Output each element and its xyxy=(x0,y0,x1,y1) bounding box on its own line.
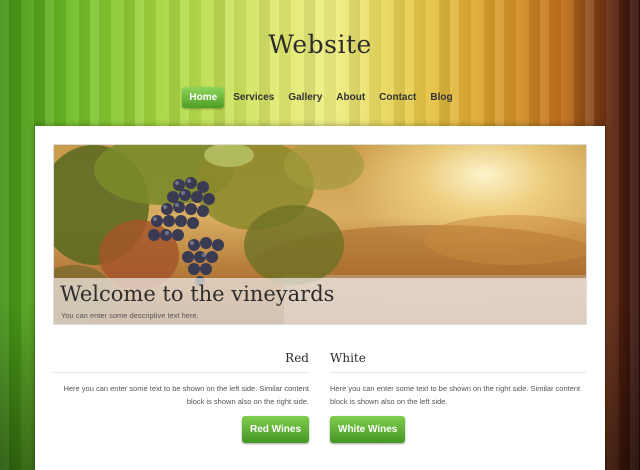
white-wines-button[interactable]: White Wines xyxy=(330,416,406,443)
nav-item-gallery[interactable]: Gallery xyxy=(283,87,327,108)
main-nav: Home Services Gallery About Contact Blog xyxy=(0,87,640,108)
red-text: Here you can enter some text to be shown… xyxy=(63,384,309,406)
nav-item-home[interactable]: Home xyxy=(182,87,225,108)
red-heading: Red xyxy=(53,351,309,373)
white-text: Here you can enter some text to be shown… xyxy=(330,384,581,406)
nav-item-services[interactable]: Services xyxy=(228,87,279,108)
hero-title: Welcome to the vineyards xyxy=(60,282,335,306)
white-column: White Here you can enter some text to be… xyxy=(330,351,586,443)
site-title[interactable]: Website xyxy=(0,30,640,59)
red-wines-button[interactable]: Red Wines xyxy=(241,416,309,443)
red-column: Red Here you can enter some text to be s… xyxy=(53,351,309,443)
nav-item-contact[interactable]: Contact xyxy=(374,87,421,108)
nav-item-about[interactable]: About xyxy=(331,87,370,108)
content-box: Welcome to the vineyards You can enter s… xyxy=(35,126,605,470)
nav-item-blog[interactable]: Blog xyxy=(425,87,457,108)
hero-subtitle: You can enter some descriptive text here… xyxy=(61,311,199,320)
white-heading: White xyxy=(330,351,586,373)
hero-banner: Welcome to the vineyards You can enter s… xyxy=(53,144,587,325)
